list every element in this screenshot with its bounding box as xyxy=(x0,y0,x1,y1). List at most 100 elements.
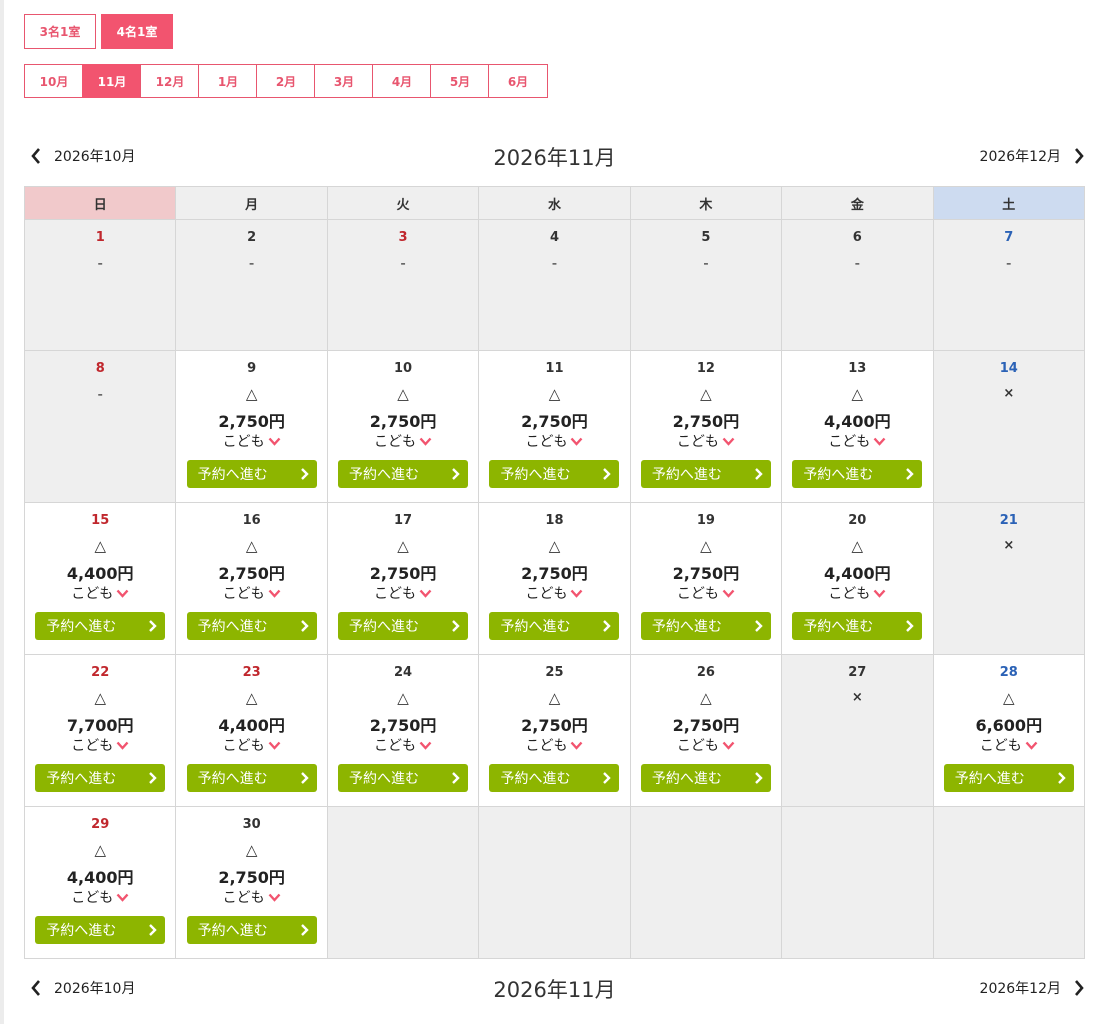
kids-price-toggle[interactable]: こども xyxy=(631,431,781,451)
book-button[interactable]: 予約へ進む xyxy=(338,764,469,792)
room-option-4[interactable]: 4名1室 xyxy=(101,14,173,49)
book-button[interactable]: 予約へ進む xyxy=(35,764,166,792)
book-button-label: 予約へ進む xyxy=(803,619,874,635)
book-button[interactable]: 予約へ進む xyxy=(186,460,317,488)
next-month-link[interactable]: 2026年12月 xyxy=(980,978,1085,998)
month-option-apr[interactable]: 4月 xyxy=(372,64,432,98)
kids-price-toggle[interactable]: こども xyxy=(176,735,326,755)
kids-price-toggle[interactable]: こども xyxy=(631,583,781,603)
day-number: 12 xyxy=(696,361,715,376)
kids-price-toggle[interactable]: こども xyxy=(631,735,781,755)
availability-status: - xyxy=(248,254,255,272)
book-button[interactable]: 予約へ進む xyxy=(489,764,620,792)
book-button[interactable]: 予約へ進む xyxy=(186,612,317,640)
book-button[interactable]: 予約へ進む xyxy=(35,916,166,944)
day-number: 27 xyxy=(848,665,867,680)
calendar-day-cell: 20 △ 4,400円 こども 予約へ進む xyxy=(781,502,934,655)
chevron-right-icon xyxy=(149,620,157,632)
price-label: 2,750円 xyxy=(369,716,437,735)
next-month-link[interactable]: 2026年12月 xyxy=(980,146,1085,166)
chevron-right-icon xyxy=(1075,980,1084,996)
kids-label: こども xyxy=(374,586,417,602)
kids-price-toggle[interactable]: こども xyxy=(782,431,932,451)
price-label: 2,750円 xyxy=(369,564,437,583)
kids-label: こども xyxy=(374,434,417,450)
kids-price-toggle[interactable]: こども xyxy=(25,887,175,907)
month-option-feb[interactable]: 2月 xyxy=(256,64,316,98)
calendar-day-cell: 10 △ 2,750円 こども 予約へ進む xyxy=(326,350,480,503)
kids-price-toggle[interactable]: こども xyxy=(934,735,1084,755)
day-number: 28 xyxy=(999,665,1018,680)
month-option-dec[interactable]: 12月 xyxy=(140,64,200,98)
kids-price-toggle[interactable]: こども xyxy=(328,583,478,603)
calendar-day-cell: 14 × xyxy=(932,350,1086,503)
kids-price-toggle[interactable]: こども xyxy=(25,583,175,603)
month-option-nov[interactable]: 11月 xyxy=(82,64,142,98)
book-button[interactable]: 予約へ進む xyxy=(338,460,469,488)
chevron-right-icon xyxy=(149,924,157,936)
day-number: 14 xyxy=(999,361,1018,376)
kids-label: こども xyxy=(979,738,1022,754)
price-label: 2,750円 xyxy=(521,564,588,583)
month-option-jun[interactable]: 6月 xyxy=(488,64,548,98)
availability-status: △ xyxy=(94,841,106,859)
calendar-day-cell: 4- xyxy=(478,219,631,351)
heart-chevron-icon xyxy=(1025,741,1038,750)
calendar-day-cell: 21 × xyxy=(932,502,1086,655)
chevron-right-icon xyxy=(300,468,309,480)
book-button[interactable]: 予約へ進む xyxy=(640,612,771,640)
price-label: 2,750円 xyxy=(672,716,740,735)
kids-label: こども xyxy=(676,738,719,754)
calendar-empty-cell xyxy=(478,806,631,959)
next-month-label: 2026年12月 xyxy=(979,981,1061,997)
price-label: 4,400円 xyxy=(218,716,285,735)
day-number: 5 xyxy=(701,230,711,245)
book-button[interactable]: 予約へ進む xyxy=(338,612,469,640)
book-button-label: 予約へ進む xyxy=(500,619,571,635)
calendar-week-row: 15 △ 4,400円 こども 予約へ進む 16 △ 2,750円 こども 予約へ進む 17 △ 2,7… xyxy=(23,502,1086,655)
weekday-header-row: 日 月 火 水 木 金 土 xyxy=(23,186,1086,220)
price-label: 2,750円 xyxy=(521,716,588,735)
chevron-right-icon xyxy=(300,620,309,632)
book-button[interactable]: 予約へ進む xyxy=(186,916,317,944)
heart-chevron-icon xyxy=(722,589,735,598)
chevron-right-icon xyxy=(906,468,915,480)
book-button[interactable]: 予約へ進む xyxy=(35,612,166,640)
calendar-grid: 日 月 火 水 木 金 土 1-2-3-4-5-6-7-8-9 △ 2,750円 こど… xyxy=(23,186,1086,959)
calendar-week-row: 29 △ 4,400円 こども 予約へ進む 30 △ 2,750円 こども 予約へ進む xyxy=(23,806,1086,959)
kids-price-toggle[interactable]: こども xyxy=(479,583,629,603)
kids-price-toggle[interactable]: こども xyxy=(328,431,478,451)
book-button[interactable]: 予約へ進む xyxy=(792,460,923,488)
month-option-oct[interactable]: 10月 xyxy=(24,64,84,98)
book-button[interactable]: 予約へ進む xyxy=(186,764,317,792)
day-number: 4 xyxy=(549,230,559,245)
kids-price-toggle[interactable]: こども xyxy=(176,887,326,907)
day-number: 30 xyxy=(242,817,261,832)
kids-label: こども xyxy=(71,586,114,602)
weekday-wed: 水 xyxy=(478,186,631,220)
heart-chevron-icon xyxy=(268,589,281,598)
book-button[interactable]: 予約へ進む xyxy=(943,764,1074,792)
calendar-empty-cell xyxy=(326,806,480,959)
availability-status: △ xyxy=(851,537,864,555)
book-button[interactable]: 予約へ進む xyxy=(640,460,771,488)
kids-price-toggle[interactable]: こども xyxy=(176,431,326,451)
kids-price-toggle[interactable]: こども xyxy=(782,583,932,603)
book-button[interactable]: 予約へ進む xyxy=(489,612,620,640)
kids-price-toggle[interactable]: こども xyxy=(479,431,629,451)
kids-price-toggle[interactable]: こども xyxy=(176,583,326,603)
book-button[interactable]: 予約へ進む xyxy=(792,612,923,640)
kids-price-toggle[interactable]: こども xyxy=(479,735,629,755)
availability-status: × xyxy=(851,690,863,705)
month-option-mar[interactable]: 3月 xyxy=(314,64,374,98)
heart-chevron-icon xyxy=(116,589,129,598)
month-option-may[interactable]: 5月 xyxy=(430,64,490,98)
book-button-label: 予約へ進む xyxy=(349,467,420,483)
kids-price-toggle[interactable]: こども xyxy=(25,735,175,755)
book-button[interactable]: 予約へ進む xyxy=(489,460,620,488)
kids-price-toggle[interactable]: こども xyxy=(328,735,478,755)
price-label: 4,400円 xyxy=(824,412,891,431)
book-button[interactable]: 予約へ進む xyxy=(640,764,771,792)
month-option-jan[interactable]: 1月 xyxy=(198,64,258,98)
room-option-3[interactable]: 3名1室 xyxy=(24,14,96,49)
